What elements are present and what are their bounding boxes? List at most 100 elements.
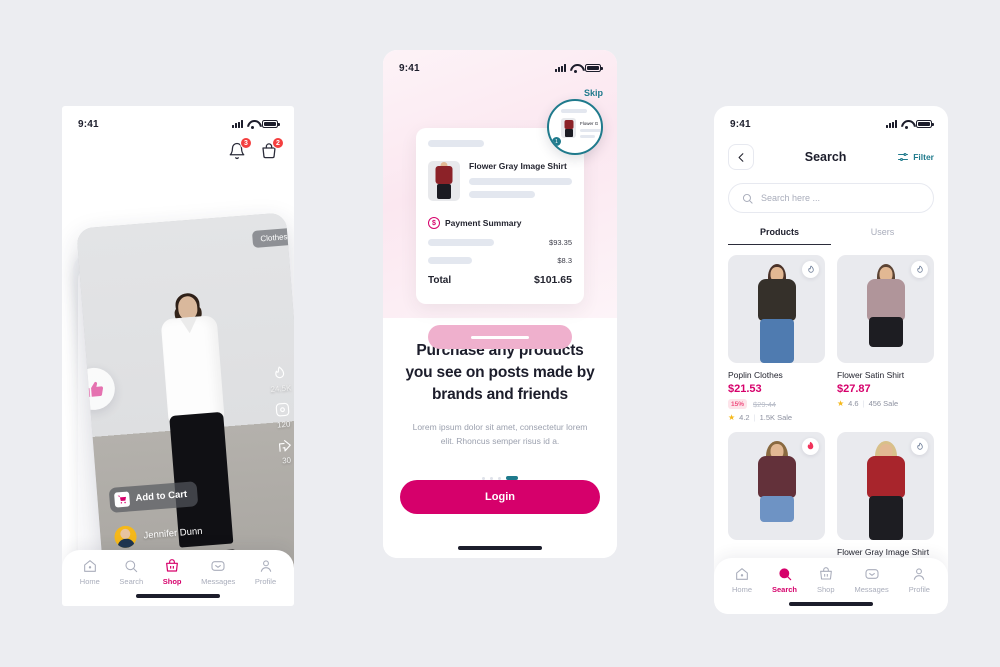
product-image — [837, 255, 934, 363]
receipt-total-row: Total $101.65 — [428, 274, 572, 286]
tab-search-label: Search — [771, 585, 798, 594]
author-name: Jennifer Dunn — [143, 525, 203, 541]
total-label: Total — [428, 274, 452, 286]
search-input[interactable]: Search here ... — [728, 183, 934, 213]
receipt-line-2: $8.3 — [428, 256, 572, 265]
model-illustration — [858, 440, 914, 540]
tab-messages[interactable]: Messages — [201, 558, 235, 586]
onboarding-subtext: Lorem ipsum dolor sit amet, consectetur … — [412, 422, 588, 447]
cta-placeholder — [471, 335, 529, 339]
receipt-cta-button[interactable] — [428, 325, 572, 349]
tab-profile[interactable]: Profile — [255, 558, 276, 586]
model-illustration — [858, 263, 914, 363]
placeholder-bar — [428, 239, 494, 246]
total-amount: $101.65 — [534, 274, 572, 286]
status-icons — [232, 120, 280, 129]
tab-messages-label: Messages — [854, 585, 889, 594]
magnifier-badge: 1 — [552, 137, 561, 146]
fire-icon-active[interactable] — [802, 438, 819, 455]
wifi-icon — [901, 120, 912, 129]
product-card[interactable]: Flower Gray Image Shirt — [837, 432, 934, 557]
placeholder-bar — [561, 109, 587, 113]
signal-icon — [886, 120, 897, 128]
line-2-amount: $8.3 — [557, 256, 572, 265]
tab-users[interactable]: Users — [831, 227, 934, 245]
model-illustration — [749, 263, 805, 363]
product-image — [728, 255, 825, 363]
tab-home-label: Home — [79, 577, 100, 586]
cart-badge: 2 — [272, 137, 284, 149]
shares-count: 30 — [281, 455, 292, 466]
sales-count: 1.5K Sale — [759, 413, 793, 422]
feed-header-actions: 3 2 — [62, 136, 294, 160]
payment-summary-label: Payment Summary — [445, 218, 522, 228]
tab-home[interactable]: Home — [80, 558, 100, 586]
tab-home-label: Home — [731, 585, 752, 594]
comments-action[interactable]: 120 — [273, 401, 292, 430]
status-icons — [886, 120, 934, 129]
cart-button[interactable]: 2 — [260, 137, 284, 160]
tab-products[interactable]: Products — [728, 227, 831, 245]
share-action[interactable]: 30 — [276, 436, 294, 465]
product-card[interactable] — [728, 432, 825, 557]
fire-icon[interactable] — [911, 438, 928, 455]
likes-action[interactable]: 24.5K — [269, 364, 292, 394]
tab-home[interactable]: Home — [732, 566, 752, 594]
onboarding-heading: Purchase any products you see on posts m… — [405, 342, 595, 403]
placeholder-bar — [428, 257, 472, 264]
wifi-icon — [570, 64, 581, 73]
tab-messages[interactable]: Messages — [855, 566, 889, 594]
tab-profile[interactable]: Profile — [909, 566, 930, 594]
tab-shop[interactable]: Shop — [163, 558, 182, 586]
signal-icon — [555, 64, 566, 72]
tab-search[interactable]: Search — [772, 566, 797, 594]
magnifier-thumbnail — [561, 118, 576, 138]
tab-messages-label: Messages — [201, 577, 236, 586]
product-card[interactable]: Poplin Clothes $21.53 15% $29.44 ★ 4.2 |… — [728, 255, 825, 422]
battery-icon — [916, 120, 934, 128]
tab-profile-label: Profile — [908, 585, 930, 594]
fire-icon[interactable] — [911, 261, 928, 278]
product-grid: Poplin Clothes $21.53 15% $29.44 ★ 4.2 |… — [728, 255, 934, 557]
product-image — [837, 432, 934, 540]
signal-icon — [232, 120, 243, 128]
category-chip[interactable]: Clothes — [251, 227, 294, 248]
filter-button[interactable]: Filter — [897, 151, 934, 163]
receipt-product-row: Flower Gray Image Shirt — [428, 161, 572, 201]
magnifier-title: Flower G — [580, 121, 599, 126]
product-name: Flower Satin Shirt — [837, 370, 905, 380]
status-bar: 9:41 — [383, 50, 617, 80]
post-card-front[interactable]: Clothes 24.5K 120 30 Add to Cart Jennife… — [76, 212, 294, 588]
add-to-cart-label: Add to Cart — [135, 488, 188, 504]
placeholder-bar — [469, 191, 535, 198]
product-card[interactable]: Flower Satin Shirt $27.87 ★ 4.6 | 456 Sa… — [837, 255, 934, 422]
battery-icon — [262, 120, 280, 128]
product-image — [728, 432, 825, 540]
product-price: $27.87 — [837, 383, 871, 395]
rating-value: 4.6 — [848, 399, 859, 408]
login-button[interactable]: Login — [400, 480, 600, 514]
home-indicator — [458, 546, 542, 550]
payment-summary-header: $ Payment Summary — [428, 217, 572, 229]
screenshot-stage: 9:41 3 2 Clothes 24.5K 120 30 Add to Car… — [0, 0, 1000, 667]
skip-button[interactable]: Skip — [584, 88, 603, 98]
tab-search-label: Search — [119, 577, 144, 586]
tab-shop[interactable]: Shop — [817, 566, 835, 594]
home-indicator — [789, 602, 873, 606]
product-discount-row: 15% $29.44 — [728, 399, 825, 409]
filter-label: Filter — [913, 152, 934, 162]
sales-count: 456 Sale — [868, 399, 899, 408]
status-bar: 9:41 — [62, 106, 294, 136]
model-illustration — [749, 440, 805, 540]
tab-search[interactable]: Search — [119, 558, 143, 586]
home-indicator — [136, 594, 220, 598]
product-rating-row: ★ 4.2 | 1.5K Sale — [728, 413, 825, 422]
notifications-button[interactable]: 3 — [228, 137, 252, 160]
battery-icon — [585, 64, 603, 72]
rating-value: 4.2 — [739, 413, 750, 422]
back-button[interactable] — [728, 144, 754, 170]
avatar — [113, 525, 138, 549]
fire-icon[interactable] — [802, 261, 819, 278]
status-bar: 9:41 — [714, 106, 948, 136]
page-title: Search — [804, 150, 847, 164]
